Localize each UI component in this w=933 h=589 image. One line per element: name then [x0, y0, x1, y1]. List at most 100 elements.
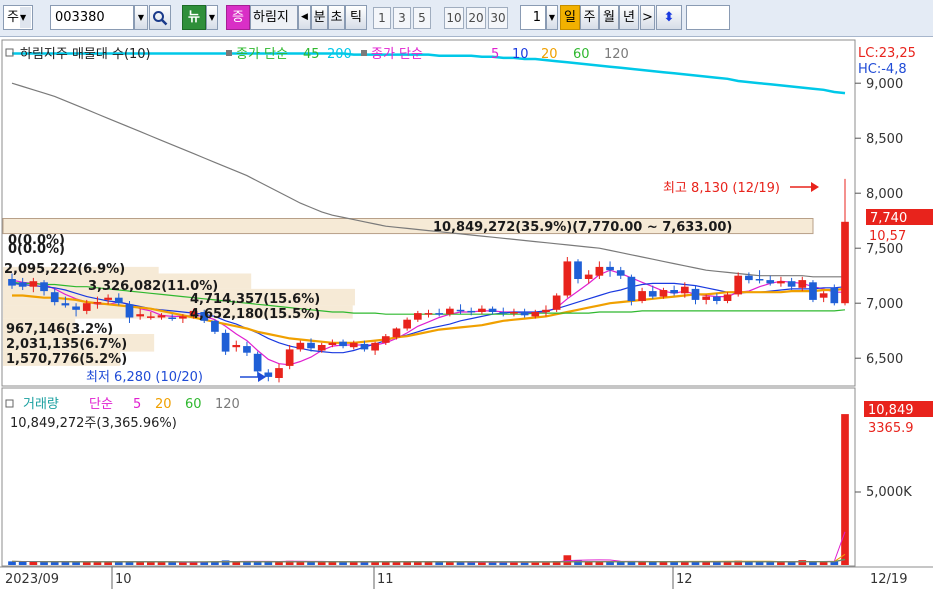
- volume-bar: [798, 560, 807, 565]
- volume-bar: [616, 561, 625, 565]
- interval-week-label: 주: [583, 10, 596, 25]
- volume-bar: [168, 562, 177, 565]
- candle-body: [221, 332, 230, 352]
- volume-bar: [72, 562, 80, 565]
- candle-body: [745, 275, 753, 281]
- candle-body: [552, 295, 561, 310]
- candle-body: [595, 266, 604, 276]
- period-button-30[interactable]: 30: [488, 7, 508, 29]
- candle-body: [841, 221, 849, 304]
- count-dropdown-button[interactable]: ▼: [546, 5, 558, 30]
- candle-body: [413, 313, 422, 320]
- candle-body: [766, 280, 775, 284]
- market-select[interactable]: 주 ▼: [3, 5, 33, 30]
- news-dropdown-button[interactable]: ▼: [206, 5, 218, 30]
- news-button[interactable]: 뉴: [182, 5, 206, 30]
- candle-body: [61, 303, 70, 306]
- volume-legend-period: 60: [185, 397, 202, 412]
- period-button-1[interactable]: 1: [373, 7, 391, 29]
- period-label-3: 3: [398, 11, 406, 25]
- price-tick-label: 7,500: [866, 242, 903, 257]
- chevron-right-icon: >: [642, 10, 653, 25]
- vp-label: 1,570,776(5.2%): [6, 352, 127, 367]
- candle-body: [830, 287, 839, 304]
- candle-body: [499, 312, 508, 314]
- volume-bar: [328, 562, 337, 565]
- vp-label: 4,714,357(15.6%): [190, 292, 320, 307]
- candle-body: [168, 317, 177, 319]
- stock-code-input[interactable]: 003380: [50, 5, 134, 30]
- volume-badge-text: 10,849: [868, 403, 914, 418]
- sort-toggle-button[interactable]: ⬍: [656, 5, 682, 30]
- volume-bar: [8, 561, 16, 565]
- dropdown-arrow-icon: ▼: [20, 7, 31, 28]
- candle-body: [574, 261, 582, 279]
- candle-body: [424, 313, 433, 315]
- interval-week-button[interactable]: 주: [580, 5, 599, 30]
- x-tick-label: 2023/09: [5, 572, 59, 587]
- search-button[interactable]: [149, 5, 171, 30]
- last-date-label: 12/19: [870, 572, 907, 587]
- volume-bar: [574, 560, 582, 565]
- volume-bar: [114, 562, 123, 565]
- unit-second-button[interactable]: 초: [328, 5, 345, 30]
- period-button-5[interactable]: 5: [413, 7, 431, 29]
- volume-bar: [755, 561, 764, 565]
- candle-body: [691, 288, 700, 300]
- candle-body: [211, 320, 219, 332]
- candle-body: [93, 302, 102, 304]
- period-label-30: 30: [490, 11, 506, 25]
- volume-bar: [317, 561, 326, 565]
- count-input[interactable]: 1: [520, 5, 546, 30]
- volume-bar: [424, 561, 433, 565]
- volume-legend-period: 120: [215, 397, 240, 412]
- period-button-20[interactable]: 20: [466, 7, 486, 29]
- unit-minute-button[interactable]: 분: [311, 5, 328, 30]
- vp-label: 0(0.0%): [8, 242, 65, 257]
- market-select-value: 주: [7, 10, 19, 25]
- candle-body: [542, 309, 550, 312]
- volume-bar: [40, 561, 48, 565]
- period-button-10[interactable]: 10: [444, 7, 464, 29]
- volume-bar: [18, 561, 27, 565]
- price-tick-label: 8,000: [866, 187, 903, 202]
- candle-body: [648, 291, 657, 297]
- extra-input[interactable]: [686, 5, 730, 30]
- interval-year-label: 년: [623, 10, 635, 25]
- candle-body: [563, 261, 572, 296]
- prev-arrow-button[interactable]: ◀: [298, 5, 311, 30]
- unit-minute-label: 분: [313, 10, 326, 25]
- code-dropdown-button[interactable]: ▼: [134, 5, 148, 30]
- next-arrow-button[interactable]: >: [640, 5, 655, 30]
- unit-tick-button[interactable]: 틱: [345, 5, 367, 30]
- lc-label: LC:23,25: [858, 46, 916, 61]
- volume-bar: [93, 561, 102, 565]
- interval-day-button[interactable]: 일: [560, 5, 580, 30]
- period-button-3[interactable]: 3: [393, 7, 411, 29]
- interval-year-button[interactable]: 년: [619, 5, 639, 30]
- volume-bar: [307, 561, 315, 565]
- stock-name: 하림지: [253, 10, 289, 25]
- volume-legend-title: 거래량: [23, 397, 59, 412]
- candle-body: [403, 319, 411, 329]
- volume-y-tick: 5,000K: [866, 485, 912, 500]
- candle-body: [136, 314, 144, 317]
- candle-body: [606, 266, 614, 271]
- vp-label: 10,849,272(35.9%)(7,770.00 ~ 7,633.00): [433, 220, 732, 235]
- period-label-1: 1: [378, 11, 386, 25]
- interval-month-button[interactable]: 월: [599, 5, 619, 30]
- volume-info-text: 10,849,272주(3,365.96%): [10, 416, 177, 431]
- candle-body: [702, 296, 711, 300]
- candle-body: [339, 341, 347, 347]
- candle-body: [296, 342, 305, 350]
- ma-legend-period: 200: [327, 47, 352, 62]
- candle-body: [456, 309, 465, 312]
- count-value: 1: [532, 10, 541, 25]
- candle-body: [777, 281, 785, 284]
- candle-body: [18, 282, 27, 287]
- ma-legend-period: 120: [604, 47, 629, 62]
- candle-body: [478, 308, 486, 312]
- volume-bar: [61, 561, 70, 565]
- ma-legend-period: 20: [541, 47, 558, 62]
- ma-legend-period: 60: [573, 47, 590, 62]
